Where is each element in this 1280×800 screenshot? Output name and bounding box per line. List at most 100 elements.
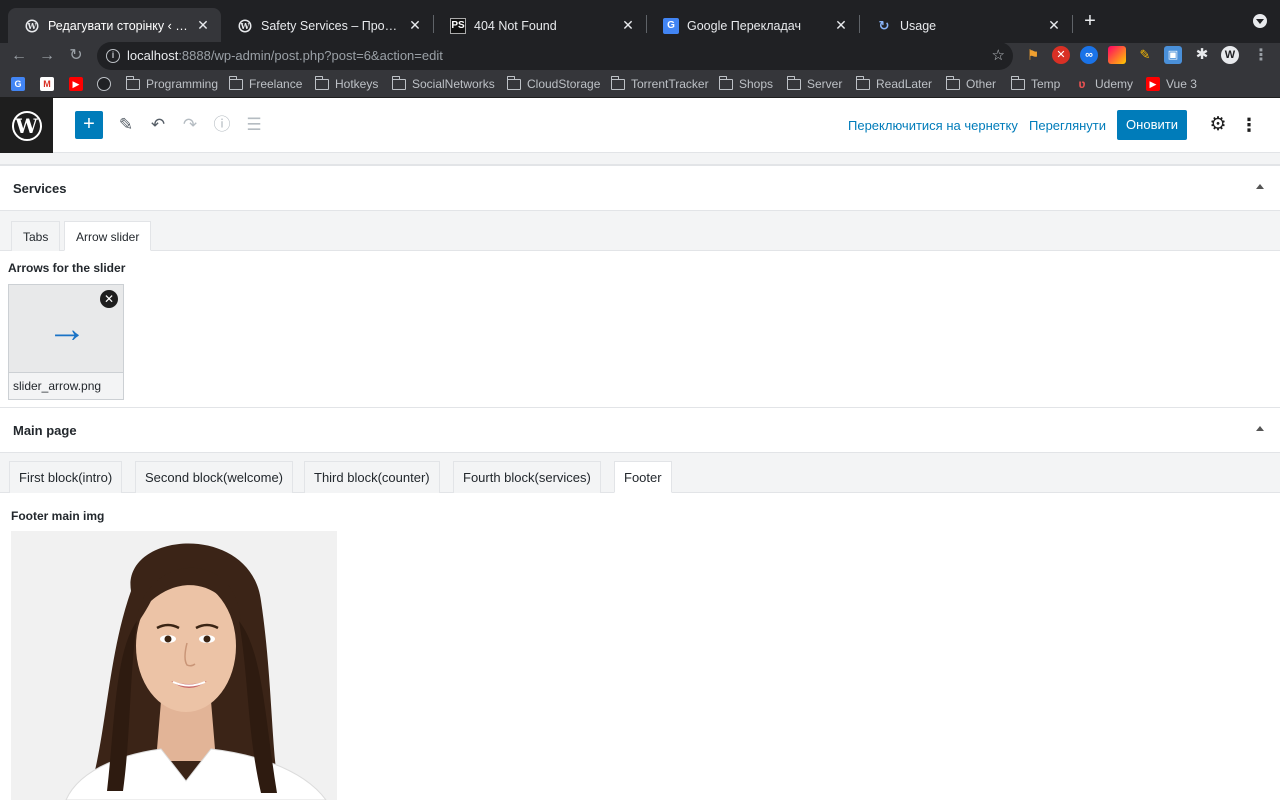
bookmark-star-icon[interactable]: ☆: [992, 46, 1005, 64]
folder-icon: [855, 75, 870, 90]
forward-icon[interactable]: →: [36, 45, 58, 67]
bookmark-folder-freelance[interactable]: Freelance: [228, 75, 303, 92]
extension-screenshot-icon[interactable]: ▣: [1164, 46, 1182, 64]
bookmark-label: Freelance: [249, 77, 303, 91]
more-options-icon[interactable]: ⋮: [1239, 113, 1259, 137]
close-icon[interactable]: ✕: [407, 17, 423, 34]
bookmark-label: SocialNetworks: [412, 77, 495, 91]
bookmark-gmail[interactable]: M: [40, 76, 60, 92]
list-view-icon[interactable]: ☰: [242, 113, 266, 137]
bookmark-folder-readlater[interactable]: ReadLater: [855, 75, 932, 92]
new-tab-icon[interactable]: +: [1080, 11, 1100, 31]
close-icon[interactable]: ✕: [1046, 17, 1062, 34]
browser-menu-icon[interactable]: ⋮: [1250, 45, 1272, 67]
folder-icon: [718, 75, 733, 90]
github-icon: [97, 77, 111, 91]
tab-tabs[interactable]: Tabs: [11, 221, 61, 251]
wordpress-icon: W: [11, 110, 42, 141]
profile-avatar-icon[interactable]: W: [1221, 46, 1239, 64]
bookmark-label: Other: [966, 77, 997, 91]
bookmark-folder-hotkeys[interactable]: Hotkeys: [314, 75, 379, 92]
extension-adblock-icon[interactable]: ✕: [1052, 46, 1070, 64]
folder-icon: [506, 75, 521, 90]
reload-icon[interactable]: ↻: [65, 45, 87, 67]
main-page-panel-header[interactable]: Main page: [0, 407, 1280, 453]
extensions-puzzle-icon[interactable]: ✱: [1193, 46, 1211, 64]
close-icon[interactable]: ✕: [833, 17, 849, 34]
redo-icon[interactable]: ↷: [178, 113, 202, 137]
bookmark-label: TorrentTracker: [631, 77, 709, 91]
browser-tab-edit-page[interactable]: W Редагувати сторінку ‹ Safety ✕: [8, 8, 221, 43]
browser-toolbar: ← → ↻ i localhost:8888/wp-admin/post.php…: [0, 42, 1280, 70]
close-icon[interactable]: ✕: [195, 17, 211, 34]
address-bar[interactable]: i localhost:8888/wp-admin/post.php?post=…: [97, 42, 1013, 70]
wordpress-icon: W: [237, 18, 253, 34]
preview-button[interactable]: Переглянути: [1029, 118, 1106, 133]
bookmark-vue3[interactable]: ▶ Vue 3: [1146, 76, 1197, 92]
bookmark-youtube[interactable]: ▶: [69, 76, 89, 92]
bookmark-folder-temp[interactable]: Temp: [1010, 75, 1061, 92]
tab-first-block[interactable]: First block(intro): [9, 461, 123, 493]
bookmark-label: Temp: [1031, 77, 1061, 91]
tab-second-block[interactable]: Second block(welcome): [135, 461, 294, 493]
bookmark-folder-cloudstorage[interactable]: CloudStorage: [506, 75, 600, 92]
extension-pencil-icon[interactable]: ✎: [1136, 46, 1154, 64]
folder-icon: [228, 75, 243, 90]
bookmark-label: Udemy: [1095, 77, 1134, 91]
extension-flag-icon[interactable]: ⚑: [1024, 46, 1042, 64]
browser-tab-google-translate[interactable]: G Google Перекладач ✕: [647, 8, 859, 43]
bookmark-folder-shops[interactable]: Shops: [718, 75, 774, 92]
remove-icon[interactable]: ✕: [100, 290, 118, 308]
bookmark-folder-torrenttracker[interactable]: TorrentTracker: [610, 75, 709, 92]
main-page-tabs: First block(intro) Second block(welcome)…: [0, 453, 1280, 493]
wordpress-logo[interactable]: W: [0, 98, 53, 153]
tab-fourth-block[interactable]: Fourth block(services): [453, 461, 601, 493]
collapse-arrow-icon[interactable]: [1256, 426, 1264, 431]
tab-footer[interactable]: Footer: [614, 461, 672, 493]
browser-tab-strip: W Редагувати сторінку ‹ Safety ✕ W Safet…: [0, 0, 1280, 43]
bookmark-label: Hotkeys: [335, 77, 379, 91]
extension-loop-icon[interactable]: ∞: [1080, 46, 1098, 64]
tab-third-block[interactable]: Third block(counter): [304, 461, 440, 493]
add-block-button[interactable]: +: [75, 111, 103, 139]
youtube-icon: ▶: [69, 77, 83, 91]
undo-icon[interactable]: ↶: [146, 113, 170, 137]
bookmark-folder-server[interactable]: Server: [786, 75, 842, 92]
services-panel-header[interactable]: Services: [0, 165, 1280, 211]
settings-gear-icon[interactable]: ⚙: [1206, 113, 1230, 137]
attachment-thumbnail[interactable]: → ✕ slider_arrow.png: [8, 284, 124, 400]
update-button[interactable]: Оновити: [1117, 110, 1187, 140]
panel-title: Services: [13, 181, 67, 196]
browser-tab-site[interactable]: W Safety Services – Просто ще о ✕: [221, 8, 433, 43]
extension-colorpicker-icon[interactable]: [1108, 46, 1126, 64]
browser-tab-404[interactable]: PS 404 Not Found ✕: [434, 8, 646, 43]
bookmark-folder-socialnetworks[interactable]: SocialNetworks: [391, 75, 495, 92]
wordpress-icon: W: [24, 18, 40, 34]
folder-icon: [945, 75, 960, 90]
tab-search-icon[interactable]: [1253, 14, 1267, 28]
udemy-icon: ʋ: [1078, 77, 1086, 91]
browser-tab-usage[interactable]: ↻ Usage ✕: [860, 8, 1072, 43]
bookmark-github[interactable]: [97, 76, 117, 92]
bookmark-udemy[interactable]: ʋ Udemy: [1075, 76, 1134, 92]
svg-text:W: W: [240, 21, 251, 31]
svg-text:W: W: [27, 21, 38, 31]
site-info-icon[interactable]: i: [106, 49, 120, 63]
folder-icon: [1010, 75, 1025, 90]
editor-content: Services Tabs Arrow slider Arrows for th…: [0, 153, 1280, 800]
collapse-arrow-icon[interactable]: [1256, 184, 1264, 189]
close-icon[interactable]: ✕: [620, 17, 636, 34]
footer-main-image[interactable]: [11, 531, 337, 800]
folder-icon: [610, 75, 625, 90]
switch-to-draft-button[interactable]: Переключитися на чернетку: [848, 118, 1018, 133]
tab-title: Google Перекладач: [687, 18, 801, 33]
bookmark-folder-other[interactable]: Other: [945, 75, 997, 92]
back-icon[interactable]: ←: [8, 45, 30, 67]
bookmark-label: Shops: [739, 77, 774, 91]
edit-pencil-icon[interactable]: ✎: [114, 113, 138, 137]
tab-arrow-slider[interactable]: Arrow slider: [64, 221, 152, 251]
bookmark-google-translate[interactable]: G: [11, 76, 31, 92]
bookmark-folder-programming[interactable]: Programming: [125, 75, 218, 92]
info-icon[interactable]: ⓘ: [210, 113, 234, 137]
phpstorm-icon: PS: [450, 17, 466, 34]
